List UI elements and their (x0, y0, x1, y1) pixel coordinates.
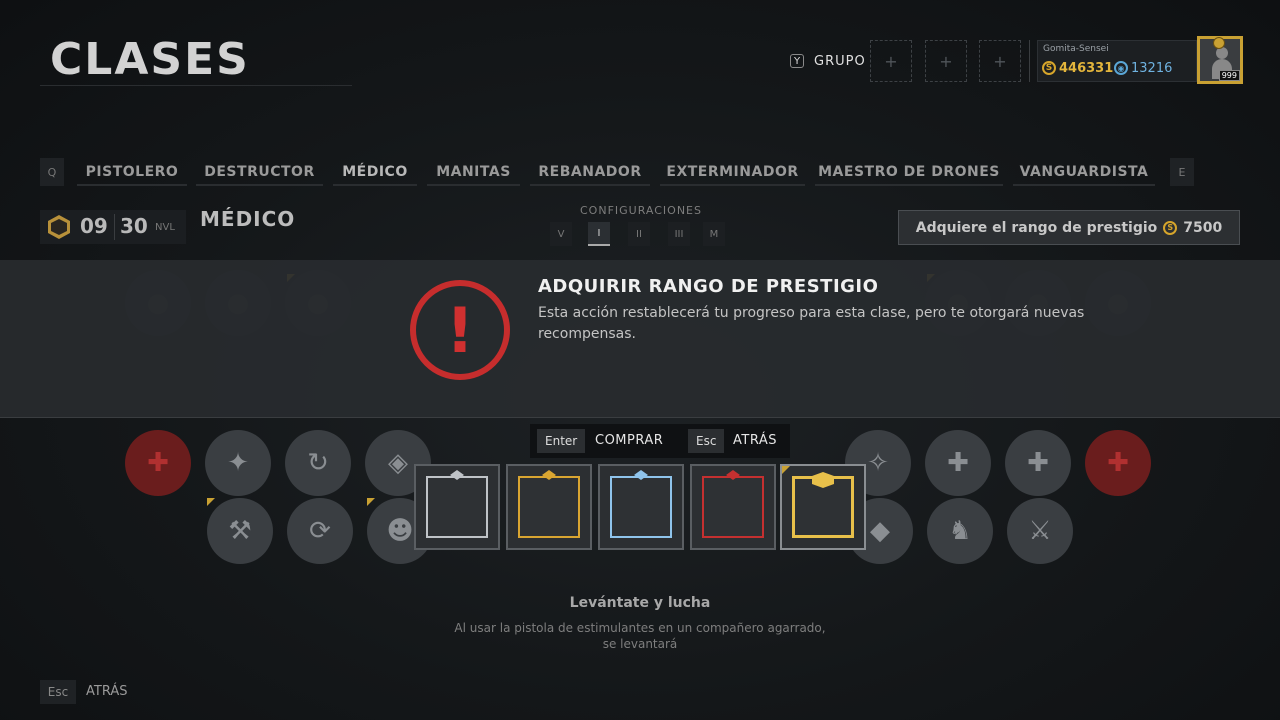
skill-node[interactable]: ⚔ (1007, 498, 1073, 564)
skill-description: Al usar la pistola de estimulantes en un… (0, 620, 1280, 652)
reward-frame-red[interactable] (690, 464, 776, 550)
tab-vanguardista[interactable]: VANGUARDISTA (1013, 160, 1155, 186)
coin-balance: 446331 (1059, 61, 1114, 76)
class-name: MÉDICO (200, 207, 296, 231)
header-divider (1029, 40, 1030, 82)
group-label[interactable]: GRUPO (814, 54, 866, 69)
credits-icon: ◉ (1114, 61, 1128, 75)
skill-node[interactable]: ✚ (1005, 430, 1071, 496)
cancel-key[interactable]: Esc (688, 429, 725, 453)
level-unit: NVL (155, 222, 175, 233)
rank-badge-icon (1213, 37, 1225, 49)
skill-node-active[interactable]: ✚ (1085, 430, 1151, 496)
skill-node[interactable]: ↻ (285, 430, 351, 496)
skill-node[interactable]: ⚒ (207, 498, 273, 564)
config-v[interactable]: V (550, 222, 572, 246)
skill-description-line-1: Al usar la pistola de estimulantes en un… (454, 621, 826, 635)
reward-frame-gold[interactable] (506, 464, 592, 550)
page-title: CLASES (50, 34, 250, 85)
unlock-marker-icon (782, 466, 790, 474)
skill-node[interactable]: ✚ (925, 430, 991, 496)
plus-icon: + (993, 51, 1007, 71)
reward-frame-ice[interactable] (598, 464, 684, 550)
party-slot-3[interactable]: + (979, 40, 1021, 82)
next-class-key[interactable]: E (1170, 158, 1194, 186)
prev-class-key[interactable]: Q (40, 158, 64, 186)
unlock-marker-icon (207, 498, 215, 506)
tab-pistolero[interactable]: PISTOLERO (77, 160, 187, 186)
dialog-title: ADQUIRIR RANGO DE PRESTIGIO (538, 276, 879, 297)
config-m[interactable]: M (703, 222, 725, 246)
skill-node-active[interactable]: ✚ (125, 430, 191, 496)
party-slot-2[interactable]: + (925, 40, 967, 82)
tab-maestro-de-drones[interactable]: MAESTRO DE DRONES (815, 160, 1003, 186)
configurations-label: CONFIGURACIONES (580, 204, 702, 217)
skill-node[interactable]: ♞ (927, 498, 993, 564)
reward-frame-silver[interactable] (414, 464, 500, 550)
red-frame-icon (702, 476, 764, 538)
skill-description-line-2: se levantará (602, 637, 678, 651)
tab-rebanador[interactable]: REBANADOR (530, 160, 650, 186)
class-level: 30 (120, 214, 148, 238)
config-iii[interactable]: III (668, 222, 690, 246)
gold-frame-icon (518, 476, 580, 538)
acquire-prestige-label: Adquiere el rango de prestigio (915, 219, 1158, 236)
ice-frame-icon (610, 476, 672, 538)
unlock-marker-icon (367, 498, 375, 506)
acquire-prestige-button[interactable]: Adquiere el rango de prestigio S 7500 (898, 210, 1240, 245)
confirm-button[interactable]: COMPRAR (595, 433, 663, 448)
acquire-prestige-cost: 7500 (1183, 219, 1223, 236)
confirm-key[interactable]: Enter (537, 429, 586, 453)
back-button[interactable]: ATRÁS (86, 684, 127, 699)
level-divider (114, 214, 115, 240)
skill-node[interactable]: ✦ (205, 430, 271, 496)
tab-destructor[interactable]: DESTRUCTOR (196, 160, 323, 186)
reward-frame-prestige[interactable] (780, 464, 866, 550)
skill-title: Levántate y lucha (569, 595, 711, 611)
group-key-hint: Y (790, 54, 804, 68)
player-name: Gomita-Sensei (1043, 44, 1109, 54)
credits-balance: 13216 (1131, 61, 1173, 76)
config-ii[interactable]: II (628, 222, 650, 246)
prestige-rank: 09 (80, 214, 108, 238)
tab-exterminador[interactable]: EXTERMINADOR (660, 160, 805, 186)
tab-manitas[interactable]: MANITAS (427, 160, 520, 186)
tab-medico[interactable]: MÉDICO (333, 160, 417, 186)
back-key[interactable]: Esc (40, 680, 76, 704)
cancel-button[interactable]: ATRÁS (733, 433, 777, 448)
party-slot-1[interactable]: + (870, 40, 912, 82)
plus-icon: + (939, 51, 953, 71)
skill-node[interactable]: ⟳ (287, 498, 353, 564)
player-level: 999 (1218, 70, 1240, 81)
config-i[interactable]: I (588, 222, 610, 246)
dialog-body: Esta acción restablecerá tu progreso par… (538, 305, 1085, 342)
warning-icon: ! (410, 280, 510, 380)
plus-icon: + (884, 51, 898, 71)
silver-frame-icon (426, 476, 488, 538)
coin-icon: S (1042, 61, 1056, 75)
coin-icon: S (1163, 220, 1178, 235)
